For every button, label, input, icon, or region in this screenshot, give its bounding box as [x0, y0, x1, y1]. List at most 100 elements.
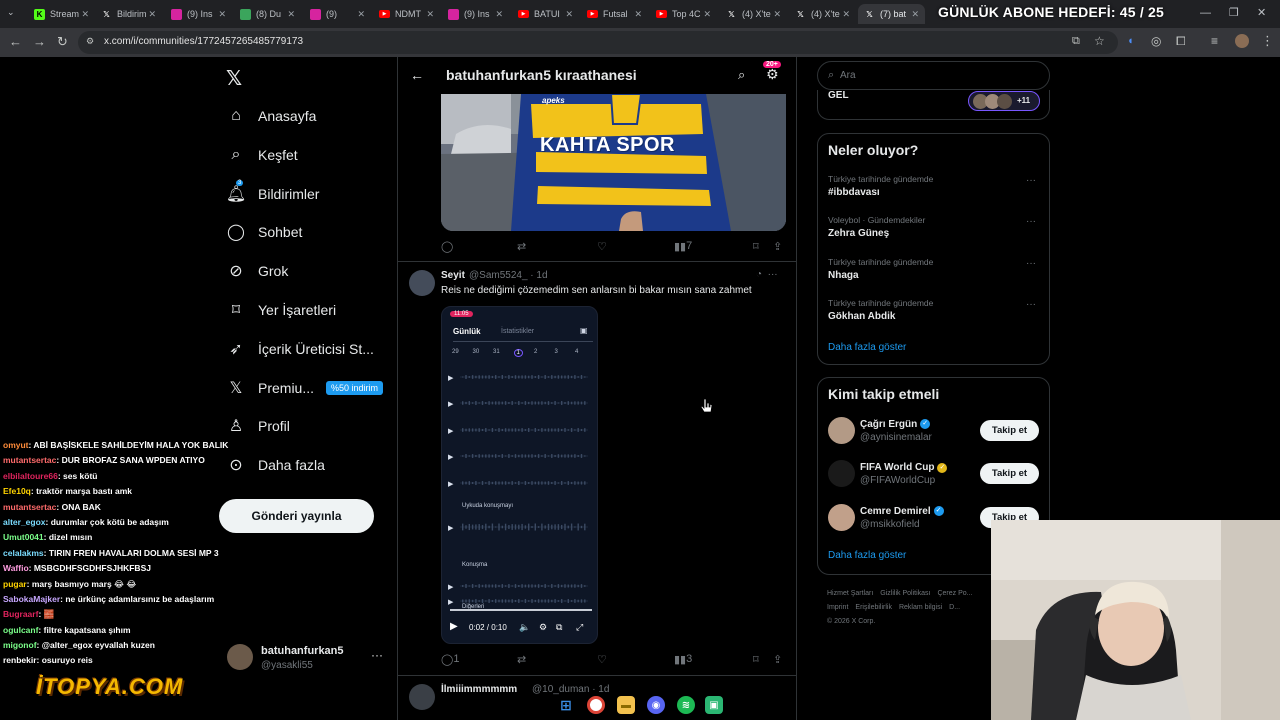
tweet-video[interactable]: 11:05 Günlük İstatistikler ▣ 29 30 31 1 2 3 4 …: [441, 306, 598, 644]
footer-link[interactable]: Erişilebilirlik: [855, 604, 892, 611]
menu-dots-icon[interactable]: ⋮: [1261, 33, 1274, 49]
trend-more-icon[interactable]: ···: [1026, 175, 1036, 186]
sidebar-item-7[interactable]: ➶ İçerik Üreticisi St...: [226, 336, 374, 362]
community-settings-icon[interactable]: ⚙: [766, 66, 779, 83]
bookmark-icon[interactable]: ⌑: [753, 653, 759, 666]
retweet-icon[interactable]: ⇄: [517, 653, 526, 666]
install-icon[interactable]: ⧉: [1072, 35, 1080, 48]
more-icon[interactable]: ···: [768, 269, 778, 280]
close-tab-icon[interactable]: ✕: [634, 9, 642, 20]
volume-icon[interactable]: 🔈: [519, 622, 530, 633]
suggested-name[interactable]: Çağrı Ergün ✓: [860, 419, 931, 430]
more-icon[interactable]: ···: [371, 648, 383, 662]
reload-icon[interactable]: ↻: [57, 34, 68, 50]
search-icon[interactable]: ⌕: [738, 67, 745, 83]
footer-link[interactable]: Hizmet Şartları: [827, 590, 873, 597]
site-info-icon[interactable]: ⚙: [86, 36, 94, 47]
sidebar-item-1[interactable]: ⌂ Anasayfa: [226, 103, 316, 129]
address-bar[interactable]: ⚙ x.com/i/communities/177245726548577917…: [78, 31, 1118, 54]
suggested-avatar[interactable]: [828, 460, 855, 488]
footer-link[interactable]: © 2026 X Corp.: [827, 618, 875, 625]
browser-tab[interactable]: (8) Du ✕: [234, 4, 301, 24]
follow-button[interactable]: Takip et: [980, 463, 1039, 485]
who-show-more[interactable]: Daha fazla göster: [828, 550, 906, 561]
sidebar-item-8[interactable]: 𝕏 Premiu... %50 indirim: [226, 375, 384, 401]
extension-icon[interactable]: ◖: [1127, 35, 1134, 47]
trend-more-icon[interactable]: ···: [1026, 258, 1036, 269]
footer-link[interactable]: Gizlilik Politikası: [880, 590, 930, 597]
tweet-menu[interactable]: ◔ ···: [756, 269, 778, 280]
post-button[interactable]: Gönderi yayınla: [219, 499, 374, 533]
reply-icon[interactable]: ◯ 1: [441, 653, 459, 666]
grok-icon[interactable]: ◔: [756, 269, 762, 280]
sidebar-item-10[interactable]: ⊙ Daha fazla: [226, 452, 325, 478]
file-explorer-icon[interactable]: ▬: [617, 696, 635, 714]
views-icon[interactable]: ▮▮ 7: [674, 240, 692, 253]
browser-tab[interactable]: 𝕏 (7) bat ✕: [858, 4, 925, 24]
share-icon[interactable]: ⇪: [773, 653, 782, 666]
browser-tab[interactable]: (9) Ins ✕: [442, 4, 509, 24]
trend-item[interactable]: #ibbdavası: [828, 187, 880, 198]
chrome-icon[interactable]: [587, 696, 605, 714]
close-tab-icon[interactable]: ✕: [565, 9, 573, 20]
extensions-puzzle-icon[interactable]: ⧠: [1176, 34, 1186, 49]
search-input[interactable]: ⌕ Ara: [817, 61, 1050, 90]
video-progress[interactable]: [450, 609, 592, 611]
close-tab-icon[interactable]: ✕: [911, 9, 919, 20]
browser-tab[interactable]: K Stream ✕: [28, 4, 95, 24]
media-icon[interactable]: ≡: [1211, 34, 1218, 48]
fullscreen-icon[interactable]: ⤢: [576, 622, 583, 633]
close-tab-icon[interactable]: ✕: [495, 9, 503, 20]
bookmark-icon[interactable]: ⌑: [753, 240, 759, 253]
suggested-avatar[interactable]: [828, 503, 855, 531]
close-tab-icon[interactable]: ✕: [218, 9, 226, 20]
sidebar-item-5[interactable]: ⊘ Grok: [226, 258, 288, 284]
close-tab-icon[interactable]: ✕: [148, 9, 156, 20]
trend-item[interactable]: Gökhan Abdik: [828, 311, 895, 322]
browser-tab[interactable]: ▶ Top 4C ✕: [650, 4, 717, 24]
browser-tab[interactable]: (9) Ins ✕: [165, 4, 232, 24]
footer-link[interactable]: D...: [949, 604, 960, 611]
trend-item[interactable]: Zehra Güneş: [828, 228, 889, 239]
footer-link[interactable]: Reklam bilgisi: [899, 604, 942, 611]
tweet-author-name[interactable]: İlmiiimmmmmm: [441, 684, 517, 695]
suggested-name[interactable]: FIFA World Cup ✓: [860, 462, 948, 473]
sidebar-item-3[interactable]: 🔔︎ 3 Bildirimler: [226, 179, 319, 207]
tweet-image[interactable]: apeks KAHTA SPOR: [441, 94, 786, 231]
footer-link[interactable]: Imprint: [827, 604, 848, 611]
sidebar-item-6[interactable]: ⌑ Yer İşaretleri: [226, 297, 336, 323]
close-tab-icon[interactable]: ✕: [773, 9, 781, 20]
windows-start-icon[interactable]: ⊞: [557, 696, 575, 714]
browser-tab[interactable]: 𝕏 (4) X'te ✕: [789, 4, 856, 24]
like-icon[interactable]: ♡: [597, 240, 607, 253]
footer-link[interactable]: Çerez Po...: [937, 590, 972, 597]
forward-icon[interactable]: →: [33, 34, 46, 49]
discord-icon[interactable]: ◉: [647, 696, 665, 714]
close-tab-icon[interactable]: ✕: [287, 9, 295, 20]
suggested-avatar[interactable]: [828, 417, 855, 444]
settings-icon[interactable]: ⚙: [539, 622, 547, 633]
close-window-icon[interactable]: ✕: [1257, 6, 1266, 19]
bookmark-star-icon[interactable]: ☆: [1094, 34, 1105, 48]
close-tab-icon[interactable]: ✕: [357, 9, 365, 20]
account-switcher[interactable]: batuhanfurkan5 @yasakli55 ···: [227, 644, 387, 674]
browser-tab[interactable]: ▶ NDMT ✕: [373, 4, 440, 24]
close-tab-icon[interactable]: ✕: [81, 9, 89, 20]
play-icon[interactable]: ▶: [450, 621, 458, 632]
browser-tab[interactable]: 𝕏 Bildirim ✕: [95, 4, 162, 24]
profile-avatar[interactable]: [1235, 34, 1249, 48]
app-icon[interactable]: ▣: [705, 696, 723, 714]
trends-show-more[interactable]: Daha fazla göster: [828, 342, 906, 353]
reply-icon[interactable]: ◯: [441, 240, 453, 253]
tweet-author-handle[interactable]: @Sam5524_ · 1d: [469, 270, 548, 281]
tweet-author-name[interactable]: Seyit: [441, 270, 465, 281]
tweet-avatar[interactable]: [409, 270, 435, 296]
follow-button[interactable]: Takip et: [980, 420, 1039, 441]
tab-search-icon[interactable]: ⌄: [7, 7, 15, 18]
minimize-icon[interactable]: —: [1200, 7, 1211, 19]
community-card[interactable]: GEL +11: [817, 90, 1050, 120]
views-icon[interactable]: ▮▮ 3: [674, 653, 692, 666]
browser-tab[interactable]: (9) ✕: [304, 4, 371, 24]
back-icon[interactable]: ←: [9, 34, 22, 49]
trend-more-icon[interactable]: ···: [1026, 299, 1036, 310]
